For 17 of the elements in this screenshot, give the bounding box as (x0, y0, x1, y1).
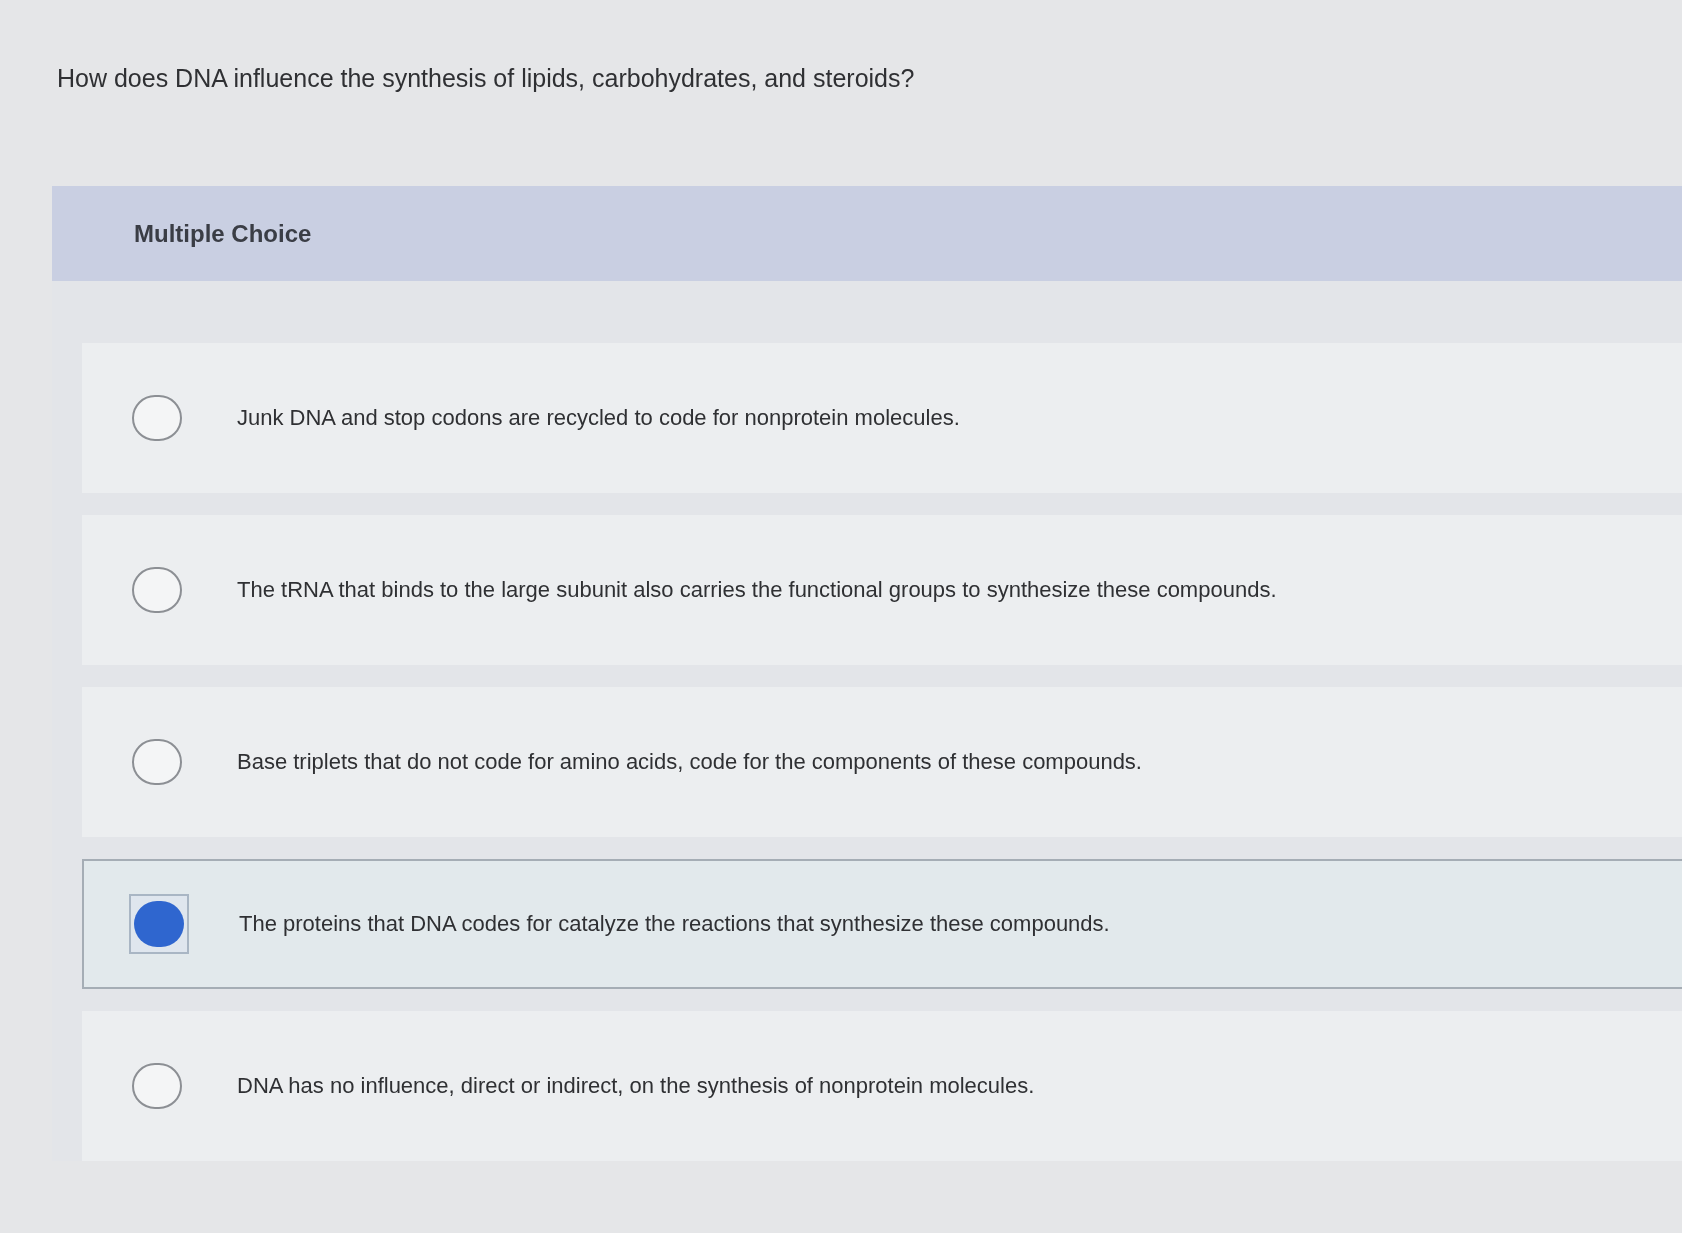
question-text: How does DNA influence the synthesis of lipids, carbohydrates, and steroids? (57, 64, 915, 92)
answer-option[interactable]: Junk DNA and stop codons are recycled to code for nonprotein molecules. (82, 343, 1682, 493)
radio-button[interactable] (132, 739, 182, 785)
section-title: Multiple Choice (134, 218, 312, 249)
option-text: The tRNA that binds to the large subunit also carries the functional groups to synthesize these compounds. (237, 576, 1277, 604)
answer-option[interactable]: The proteins that DNA codes for catalyze the reactions that synthesize these compounds. (82, 859, 1682, 989)
answer-option[interactable]: DNA has no influence, direct or indirect, on the synthesis of nonprotein molecules. (82, 1011, 1682, 1161)
option-text: The proteins that DNA codes for catalyze the reactions that synthesize these compounds. (239, 910, 1110, 938)
option-text: Base triplets that do not code for amino acids, code for the components of these compounds. (237, 748, 1142, 776)
option-text: DNA has no influence, direct or indirect, on the synthesis of nonprotein molecules. (237, 1072, 1035, 1100)
answer-option[interactable]: The tRNA that binds to the large subunit also carries the functional groups to synthesize these compounds. (82, 515, 1682, 665)
answer-option[interactable]: Base triplets that do not code for amino acids, code for the components of these compounds. (82, 687, 1682, 837)
radio-button[interactable] (132, 395, 182, 441)
radio-button[interactable] (132, 567, 182, 613)
option-text: Junk DNA and stop codons are recycled to code for nonprotein molecules. (237, 404, 960, 432)
radio-button[interactable] (132, 1063, 182, 1109)
radio-button[interactable] (129, 894, 189, 954)
